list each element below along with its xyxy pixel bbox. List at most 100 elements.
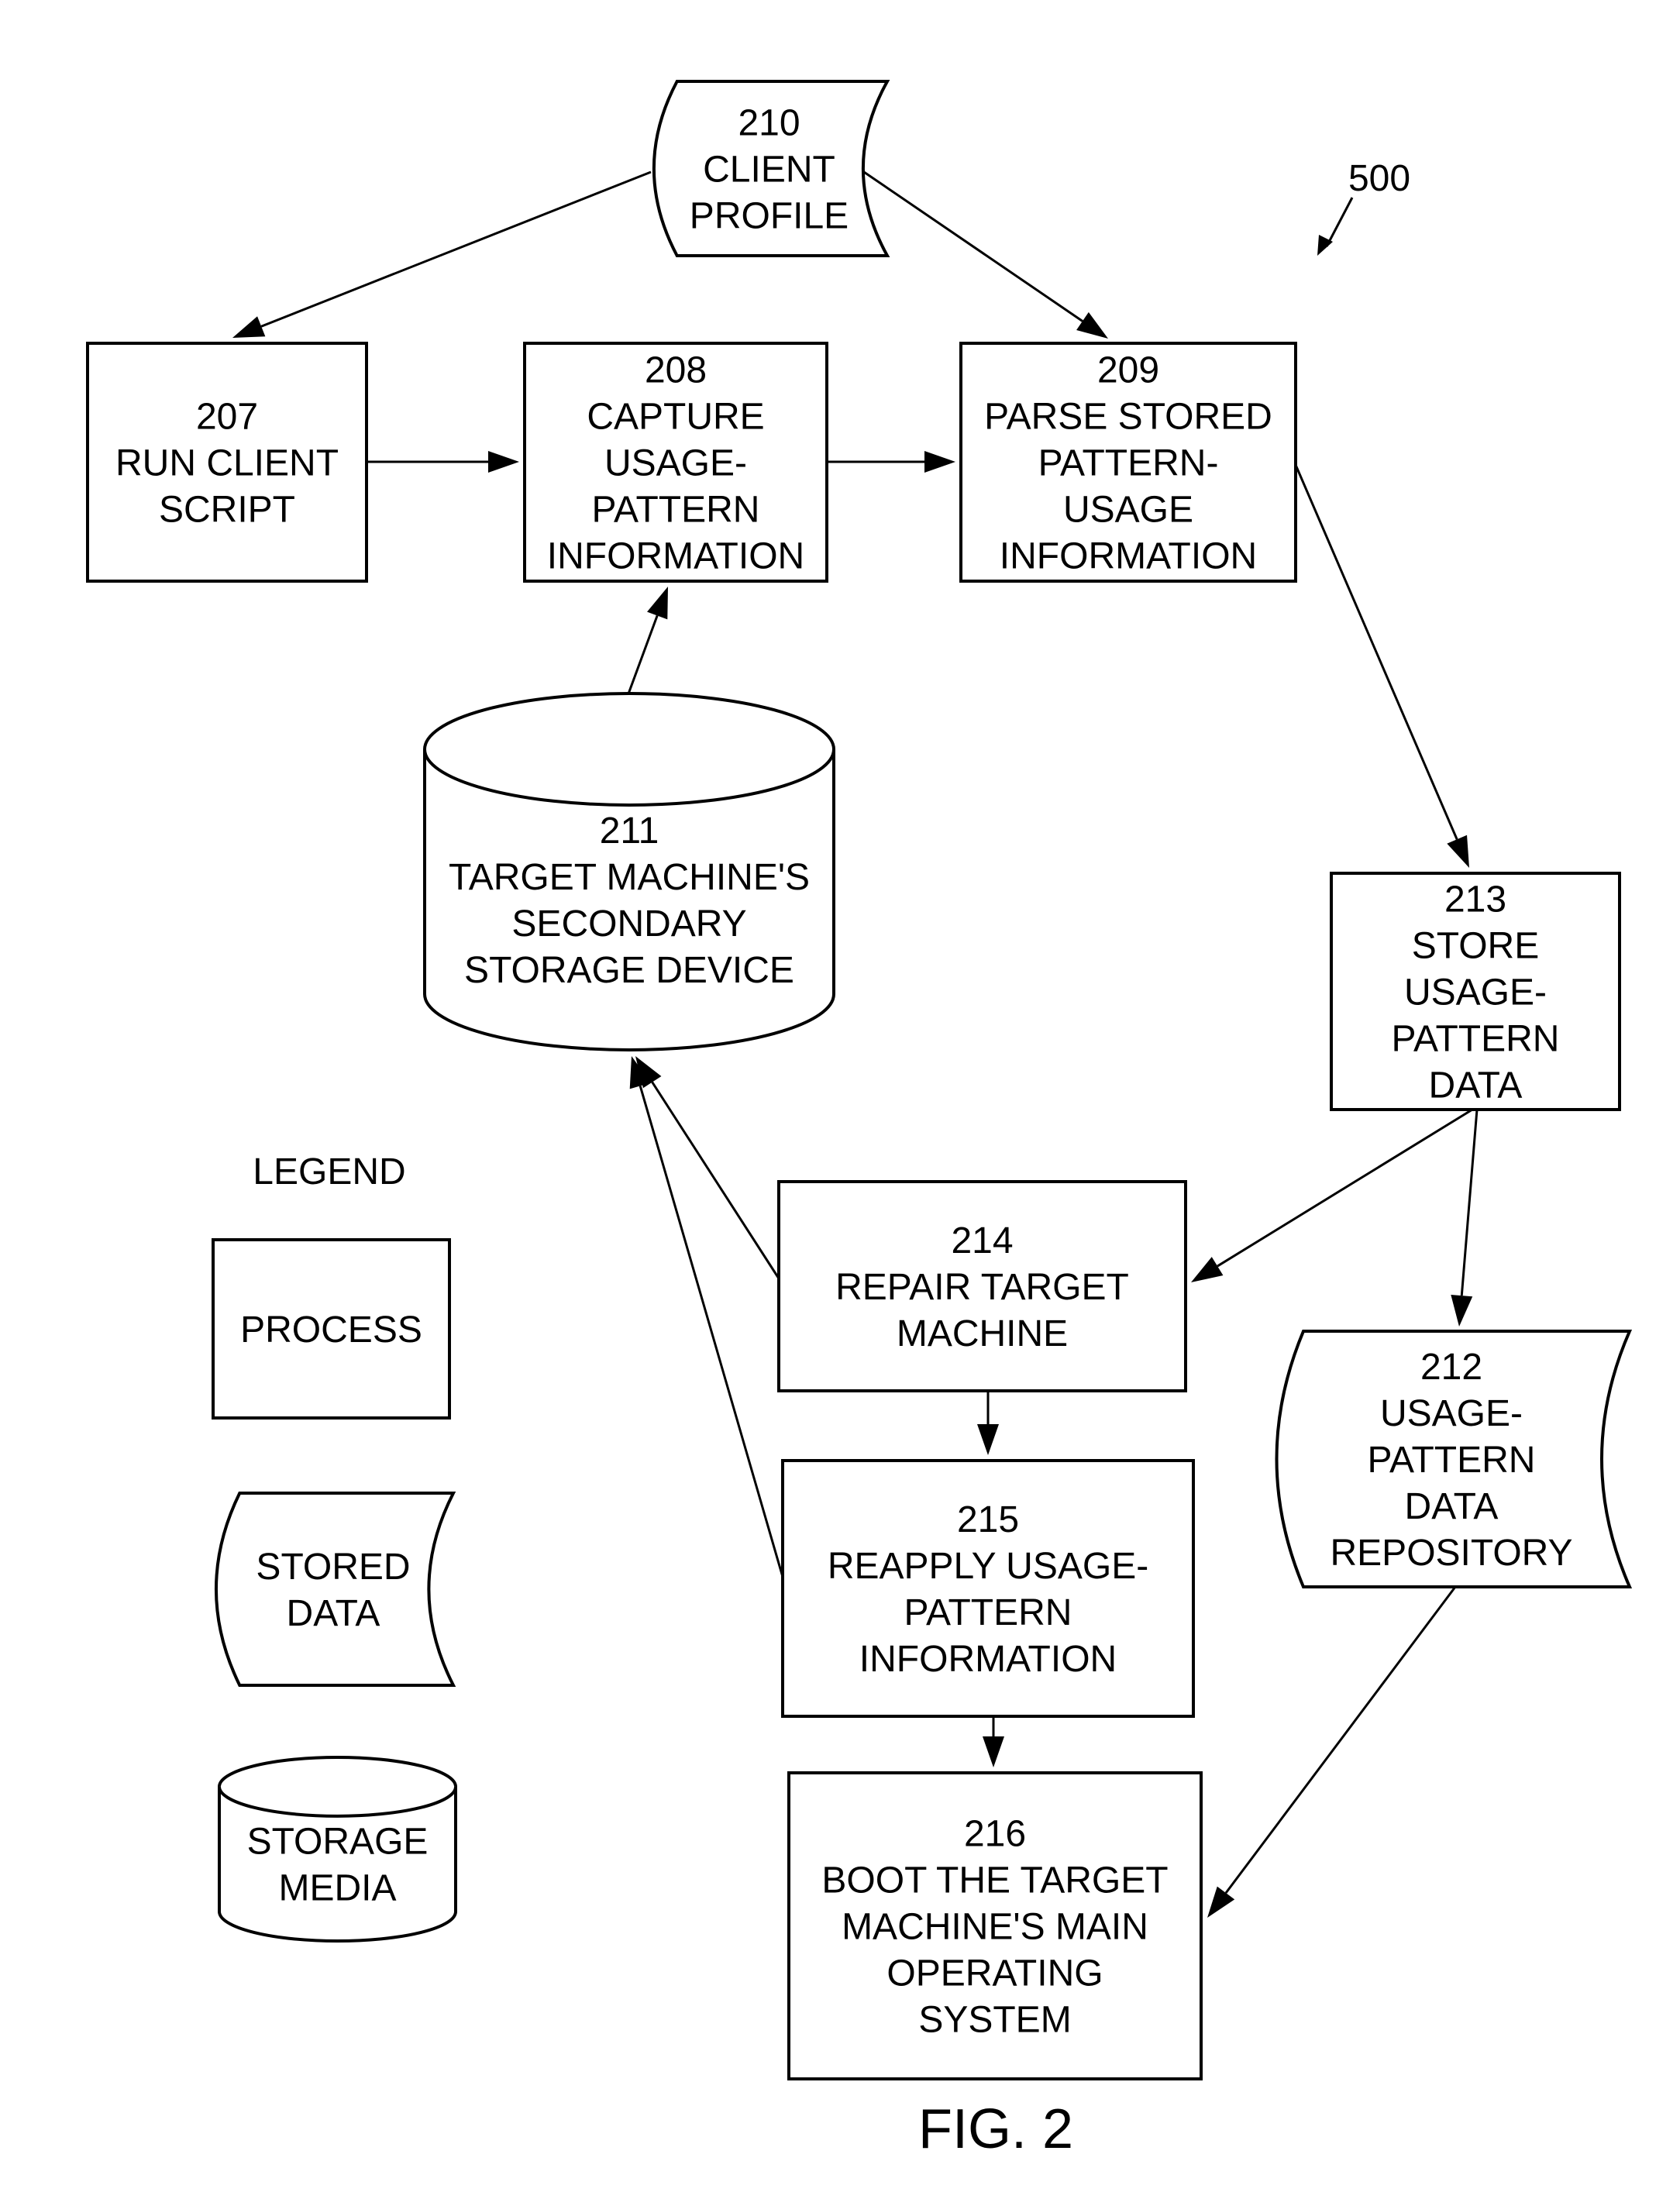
edge-215-to-211: [629, 1056, 784, 1578]
edge-line: [1460, 1109, 1479, 1296]
node-label-line: DATA: [287, 1593, 380, 1634]
arrowhead: [983, 1736, 1004, 1767]
arrowhead: [1076, 311, 1108, 339]
flowchart-diagram: 210 CLIENT PROFILE 207 RUN CLIENT SCRIPT 208 CA…: [86, 80, 1633, 2160]
node-label-line: USAGE-: [1380, 1393, 1523, 1434]
node-label-line: PROCESS: [240, 1309, 422, 1351]
node-label-line: REPOSITORY: [1331, 1533, 1573, 1574]
node-label-line: USAGE-: [1404, 972, 1547, 1013]
arrowhead: [1207, 1886, 1235, 1918]
node-number: 214: [951, 1220, 1013, 1261]
node-label-line: USAGE-: [604, 443, 747, 484]
edge-line: [626, 615, 659, 697]
node-label-line: MACHINE: [897, 1313, 1068, 1354]
edge-213-to-212: [1451, 1109, 1479, 1327]
node-label-line: MACHINE'S MAIN: [842, 1907, 1148, 1948]
node-number: 207: [196, 397, 258, 438]
node-label-line: BOOT THE TARGET: [821, 1860, 1168, 1901]
arrowhead: [232, 316, 266, 338]
node-label-line: TARGET MACHINE'S: [449, 857, 810, 898]
legend-item-process: PROCESS: [212, 1238, 451, 1420]
node-214-process: 214 REPAIR TARGET MACHINE: [777, 1180, 1187, 1392]
node-label-line: PATTERN: [592, 490, 760, 531]
node-label-line: PATTERN: [1368, 1440, 1536, 1481]
node-label-line: PARSE STORED: [984, 397, 1272, 438]
node-label-line: DATA: [1429, 1065, 1523, 1106]
edge-212-to-216: [1207, 1586, 1457, 1918]
node-number: 212: [1420, 1347, 1482, 1388]
edge-209-to-213: [1294, 464, 1469, 868]
node-label-line: DATA: [1405, 1486, 1499, 1527]
edge-215-to-216: [983, 1716, 1004, 1767]
node-label-line: INFORMATION: [547, 536, 804, 577]
figure-label: FIG. 2: [918, 2098, 1073, 2160]
edge-line: [651, 1081, 780, 1279]
node-number: 209: [1097, 350, 1159, 391]
node-label-line: OPERATING: [886, 1953, 1103, 1994]
arrowhead: [488, 451, 519, 473]
edge-208-to-209: [827, 451, 955, 473]
legend: LEGEND PROCESS STORED DATA STORAGE MEDIA: [212, 1151, 457, 1943]
edge-line: [1294, 464, 1458, 840]
arrowhead: [924, 451, 955, 473]
reference-number: 500: [1348, 158, 1410, 199]
node-label-line: RUN CLIENT: [115, 443, 339, 484]
edge-210-to-207: [232, 170, 652, 338]
node-number: 211: [600, 810, 659, 852]
edge-line: [260, 170, 652, 328]
arrowhead: [1191, 1257, 1224, 1282]
edge-line: [861, 169, 1083, 322]
arrowhead: [977, 1424, 999, 1455]
node-215-process: 215 REAPPLY USAGE- PATTERN INFORMATION: [781, 1459, 1195, 1718]
node-label-line: MEDIA: [278, 1867, 396, 1908]
node-label-line: STORED: [256, 1547, 410, 1588]
edge-line: [1224, 1586, 1457, 1894]
edge-214-to-215: [977, 1391, 999, 1455]
node-label-line: SYSTEM: [918, 2000, 1071, 2041]
node-label-line: CLIENT: [703, 150, 835, 191]
legend-title: LEGEND: [253, 1151, 405, 1192]
edge-214-to-211: [635, 1056, 780, 1279]
node-207-process: 207 RUN CLIENT SCRIPT: [86, 342, 368, 583]
node-209-process: 209 PARSE STORED PATTERN- USAGE INFORMATION: [959, 342, 1297, 583]
edge-213-to-214: [1191, 1108, 1473, 1282]
node-number: 210: [738, 103, 800, 144]
arrowhead: [1451, 1294, 1473, 1327]
edge-207-to-208: [367, 451, 519, 473]
arrowhead: [1447, 835, 1469, 868]
node-label-line: STORAGE: [247, 1821, 429, 1862]
node-label-line: PROFILE: [690, 196, 849, 237]
node-number: 215: [957, 1499, 1019, 1540]
node-label-line: INFORMATION: [1000, 536, 1257, 577]
edge-210-to-209: [861, 169, 1108, 339]
legend-item-storage-media: STORAGE MEDIA: [218, 1756, 457, 1943]
node-213-process: 213 STORE USAGE- PATTERN DATA: [1330, 872, 1621, 1111]
node-label-line: REAPPLY USAGE-: [828, 1546, 1148, 1587]
node-label-line: PATTERN: [904, 1592, 1072, 1633]
legend-item-stored-data: STORED DATA: [215, 1492, 456, 1687]
node-211-storage-media: 211 TARGET MACHINE'S SECONDARY STORAGE DEVI…: [423, 692, 835, 1051]
node-label-line: SECONDARY: [511, 903, 746, 945]
arrowhead: [647, 587, 668, 620]
legend-stored-data-shape: [215, 1492, 456, 1687]
node-label-line: CAPTURE: [587, 397, 764, 438]
node-212-stored-data: 212 USAGE- PATTERN DATA REPOSITORY: [1275, 1330, 1633, 1588]
node-208-process: 208 CAPTURE USAGE- PATTERN INFORMATION: [523, 342, 828, 583]
node-label-line: PATTERN-: [1038, 443, 1219, 484]
node-label-line: REPAIR TARGET: [835, 1267, 1129, 1308]
node-210-stored-data: 210 CLIENT PROFILE: [652, 80, 890, 257]
node-label-line: PATTERN: [1392, 1019, 1560, 1060]
node-label-line: SCRIPT: [159, 490, 295, 531]
node-label-line: STORAGE DEVICE: [464, 950, 794, 991]
node-label-line: USAGE: [1063, 490, 1193, 531]
edge-line: [639, 1085, 784, 1578]
node-label-line: INFORMATION: [859, 1639, 1117, 1680]
node-number: 216: [964, 1814, 1026, 1855]
node-216-process: 216 BOOT THE TARGET MACHINE'S MAIN OPERATIN…: [787, 1771, 1203, 2080]
node-number: 213: [1444, 879, 1506, 921]
node-label-line: STORE: [1412, 926, 1539, 967]
node-number: 208: [645, 350, 707, 391]
edge-211-to-208: [626, 587, 668, 697]
edge-line: [1217, 1108, 1473, 1268]
reference-pointer-line: [1325, 197, 1354, 247]
